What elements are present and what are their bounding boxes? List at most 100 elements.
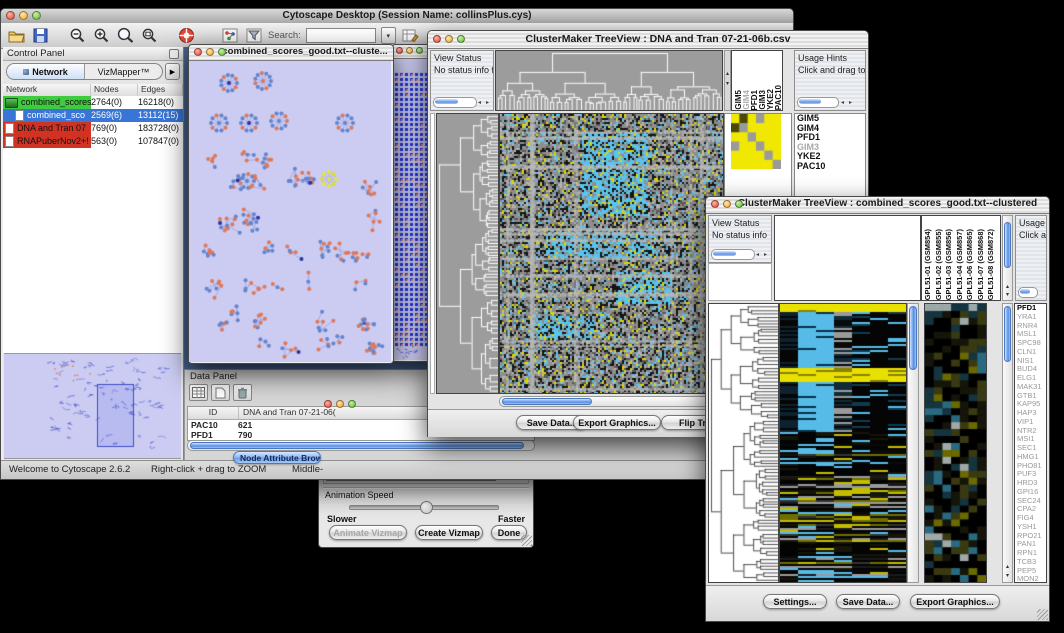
- top-dendrogram-canvas[interactable]: [496, 51, 722, 110]
- treeview2-titlebar[interactable]: ClusterMaker TreeView : combined_scores_…: [706, 197, 1049, 214]
- animation-speed-slider[interactable]: [349, 505, 499, 510]
- save-icon[interactable]: [31, 27, 50, 45]
- resize-grip[interactable]: [521, 535, 532, 546]
- grid-network-canvas[interactable]: [393, 59, 429, 360]
- left-scroll-strip[interactable]: [430, 113, 435, 394]
- scroll-left-icon[interactable]: ◂: [841, 99, 844, 108]
- scroll-up-icon[interactable]: ▴: [725, 71, 730, 77]
- usage-hints-scrollbar[interactable]: [797, 97, 839, 108]
- zoom-selected-icon[interactable]: [140, 27, 159, 45]
- view-status-scrollbar[interactable]: [433, 97, 477, 108]
- zoom-button[interactable]: [735, 200, 743, 208]
- labels-scroll-thumb[interactable]: [1004, 222, 1011, 268]
- zoom-button[interactable]: [218, 48, 226, 56]
- usage-hints-scroll-thumb[interactable]: [799, 99, 821, 104]
- node-attribute-browser-button[interactable]: Node Attribute Browser: [233, 451, 321, 464]
- treeview2-dendrogram-canvas[interactable]: [709, 304, 778, 582]
- gene-list-item[interactable]: PAC10: [795, 162, 865, 172]
- minimize-button[interactable]: [723, 200, 731, 208]
- treeview1-button[interactable]: Export Graphics...: [573, 415, 661, 430]
- float-panel-icon[interactable]: [169, 49, 179, 59]
- zoom-button[interactable]: [32, 11, 41, 20]
- view-status-scroll-thumb[interactable]: [713, 251, 736, 256]
- genelist-scroll-thumb[interactable]: [1004, 306, 1011, 362]
- treeview2-dendrogram-pane[interactable]: [708, 303, 779, 583]
- column-label[interactable]: GIM3: [758, 90, 766, 110]
- treeview2-button[interactable]: Export Graphics...: [910, 594, 1000, 609]
- zoom-fit-icon[interactable]: [116, 27, 135, 45]
- search-input[interactable]: [306, 28, 376, 43]
- treeview2-labels-scrollbar[interactable]: ▴ ▾: [1002, 215, 1013, 301]
- scroll-down-icon[interactable]: ▾: [1003, 292, 1012, 298]
- network-table-row[interactable]: combined_sco 2569(6) 13112(15): [3, 109, 183, 122]
- network-view-canvas[interactable]: [189, 61, 391, 362]
- treeview2-top-dendrogram-pane[interactable]: ▴: [774, 215, 921, 301]
- zoom-out-icon[interactable]: [68, 27, 87, 45]
- treeview1-top-dendrogram-pane[interactable]: [495, 50, 723, 111]
- open-file-icon[interactable]: [7, 27, 26, 45]
- treeview2-button[interactable]: Save Data...: [836, 594, 900, 609]
- column-label[interactable]: PAC10: [774, 85, 782, 110]
- new-attribute-icon[interactable]: [211, 384, 230, 401]
- slider-thumb[interactable]: [420, 501, 433, 514]
- column-label[interactable]: GPL51-02 (GSM855): [934, 229, 945, 300]
- scroll-left-icon[interactable]: ◂: [756, 251, 759, 260]
- view-status-scroll-thumb[interactable]: [435, 99, 458, 104]
- tab-vizmapper[interactable]: VizMapper™: [84, 64, 162, 79]
- treeview2-heatmap-scrollbar[interactable]: [907, 303, 919, 583]
- zoom-in-icon[interactable]: [92, 27, 111, 45]
- create-vizmap-button[interactable]: Create Vizmap: [415, 525, 483, 540]
- column-label[interactable]: GPL51-01 (GSM854): [923, 229, 934, 300]
- usage-hints-scrollbar[interactable]: [1018, 287, 1038, 298]
- view-status-scrollbar[interactable]: [711, 249, 755, 260]
- scroll-down-icon[interactable]: ▾: [1003, 573, 1012, 579]
- main-titlebar[interactable]: Cytoscape Desktop (Session Name: collins…: [1, 9, 793, 24]
- column-label[interactable]: GPL51-08 (GSM872): [986, 229, 997, 300]
- network-table-row[interactable]: RNAPuberNov2+! 563(0) 107847(0): [3, 135, 183, 148]
- column-label[interactable]: GPL51-03 (GSM856): [944, 229, 955, 300]
- network-window-titlebar[interactable]: combined_scores_good.txt--cluste...: [189, 45, 393, 61]
- close-button[interactable]: [433, 35, 441, 43]
- treeview2-detail-pane[interactable]: [924, 303, 987, 583]
- column-label[interactable]: GIM4: [742, 90, 750, 110]
- close-button[interactable]: [711, 200, 719, 208]
- delete-attribute-icon[interactable]: [233, 384, 252, 401]
- treeview2-genelist-scrollbar[interactable]: ▴ ▾: [1002, 303, 1013, 583]
- column-label[interactable]: YKE2: [766, 89, 774, 110]
- close-button[interactable]: [6, 11, 15, 20]
- zoom-button[interactable]: [457, 35, 465, 43]
- scroll-down-icon[interactable]: ▾: [725, 81, 730, 87]
- zoom-button[interactable]: [416, 47, 423, 54]
- attribute-browser-icon[interactable]: [401, 27, 420, 45]
- treeview1-titlebar[interactable]: ClusterMaker TreeView : DNA and Tran 07-…: [428, 31, 868, 49]
- treeview1-heatmap-pane[interactable]: [499, 113, 724, 394]
- search-dropdown-button[interactable]: ▾: [381, 27, 396, 44]
- network-table-row[interactable]: combined_scores 2764(0) 16218(0): [3, 96, 183, 109]
- close-button[interactable]: [324, 400, 332, 408]
- close-button[interactable]: [194, 48, 202, 56]
- network-table-row[interactable]: DNA and Tran 07 769(0) 183728(0): [3, 122, 183, 135]
- network-overview-canvas[interactable]: [4, 354, 181, 456]
- data-panel-hscroll-thumb[interactable]: [190, 442, 524, 449]
- treeview1-hscroll-thumb[interactable]: [502, 398, 592, 405]
- scroll-right-icon[interactable]: ▸: [764, 251, 767, 260]
- minimize-button[interactable]: [445, 35, 453, 43]
- tab-network[interactable]: Network: [7, 64, 84, 79]
- tabs-overflow-button[interactable]: ▶: [165, 63, 180, 80]
- scroll-right-icon[interactable]: ▸: [849, 99, 852, 108]
- treeview2-heatmap-canvas[interactable]: [780, 304, 906, 582]
- dendrogram-scroll-strip[interactable]: ▴ ▾: [724, 50, 731, 111]
- annotation-icon[interactable]: [220, 27, 239, 45]
- scroll-up-icon[interactable]: ▴: [1003, 564, 1012, 570]
- usage-hints-scroll-thumb[interactable]: [1020, 289, 1030, 294]
- animate-vizmap-button[interactable]: Animate Vizmap: [329, 525, 407, 540]
- treeview2-button[interactable]: Settings...: [763, 594, 827, 609]
- column-label[interactable]: GPL51-07 (GSM868): [976, 229, 987, 300]
- minimize-button[interactable]: [206, 48, 214, 56]
- scroll-left-icon[interactable]: ◂: [478, 99, 481, 108]
- zoom-button[interactable]: [348, 400, 356, 408]
- table-mode-icon[interactable]: [189, 384, 208, 401]
- scroll-up-icon[interactable]: ▴: [1003, 284, 1012, 290]
- help-lifering-icon[interactable]: [177, 27, 196, 45]
- heatmap-scroll-thumb[interactable]: [909, 306, 917, 370]
